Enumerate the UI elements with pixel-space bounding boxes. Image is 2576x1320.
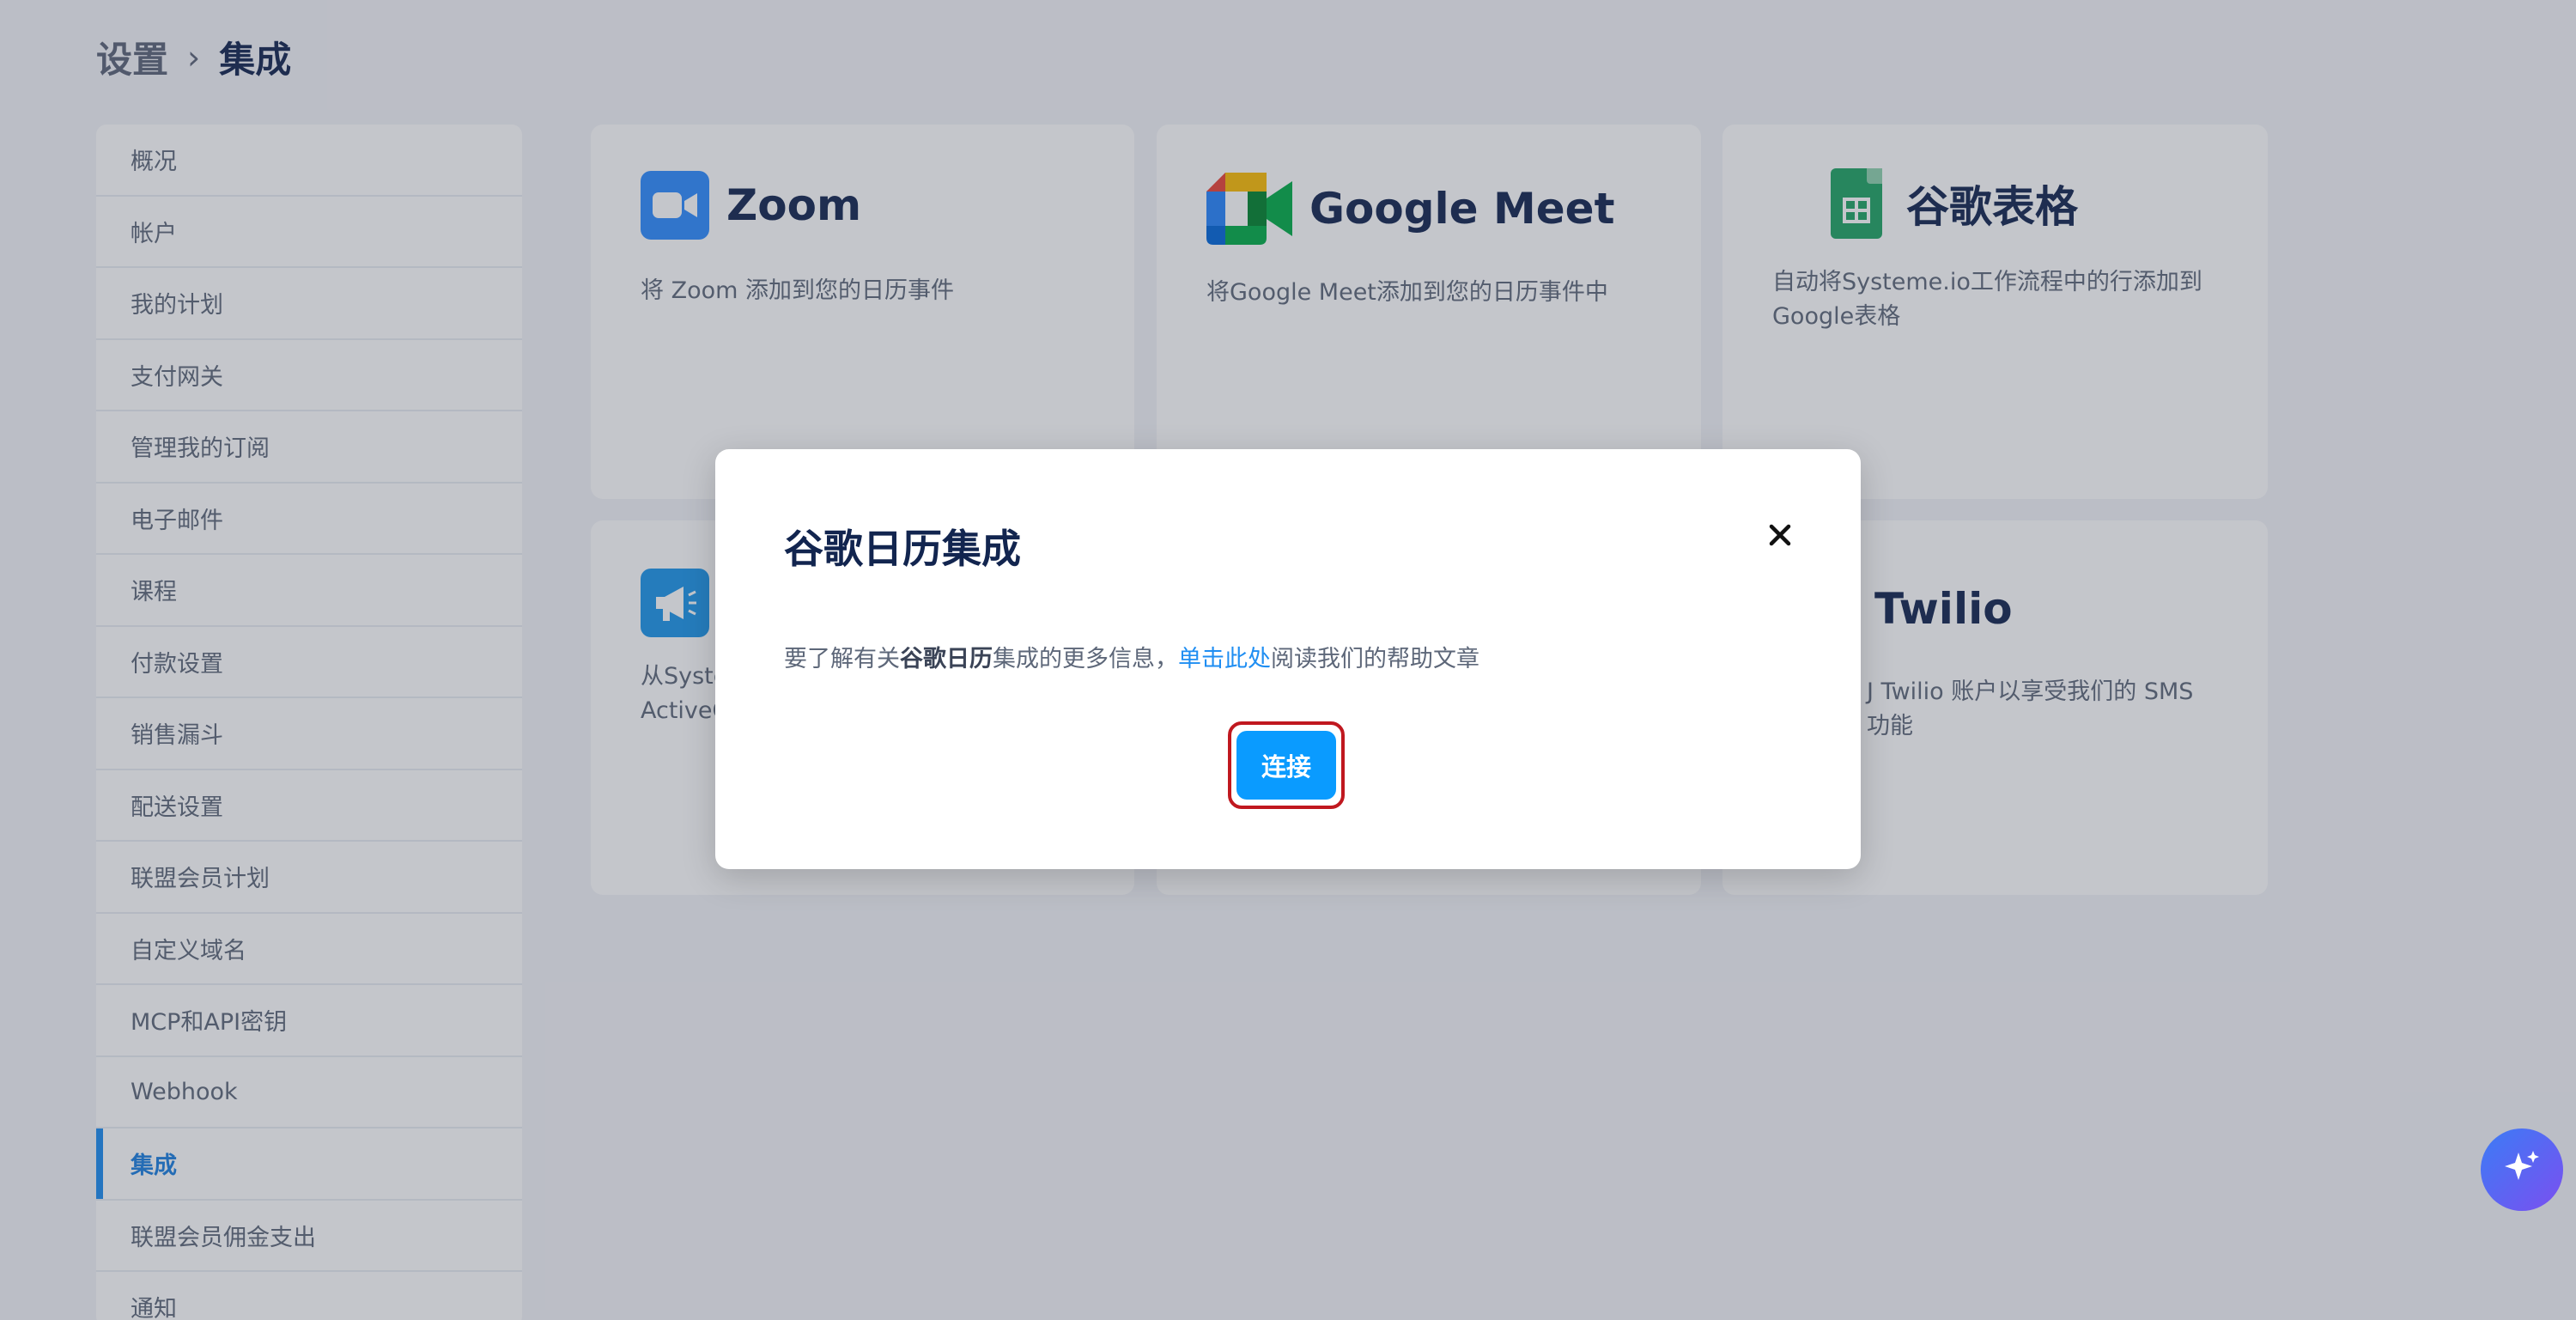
help-text-bold: 谷歌日历 (900, 646, 993, 672)
help-text-mid: 集成的更多信息， (993, 646, 1178, 672)
ai-assistant-button[interactable] (2481, 1128, 2563, 1211)
google-calendar-modal: 谷歌日历集成 要了解有关谷歌日历集成的更多信息，单击此处阅读我们的帮助文章 连接 (715, 449, 1861, 869)
sparkles-icon (2501, 1147, 2543, 1192)
modal-help-text: 要了解有关谷歌日历集成的更多信息，单击此处阅读我们的帮助文章 (784, 640, 1479, 673)
help-article-link[interactable]: 单击此处 (1178, 646, 1271, 672)
close-icon[interactable] (1761, 516, 1799, 554)
help-text-suffix: 阅读我们的帮助文章 (1271, 646, 1479, 672)
connect-button[interactable]: 连接 (1236, 731, 1336, 800)
connect-button-highlight: 连接 (1228, 721, 1345, 809)
modal-title: 谷歌日历集成 (784, 526, 1021, 572)
help-text-prefix: 要了解有关 (784, 646, 900, 672)
settings-page: 设置 › 集成 概况 帐户 我的计划 支付网关 管理我的订阅 电子邮件 课程 付… (0, 0, 2576, 1320)
